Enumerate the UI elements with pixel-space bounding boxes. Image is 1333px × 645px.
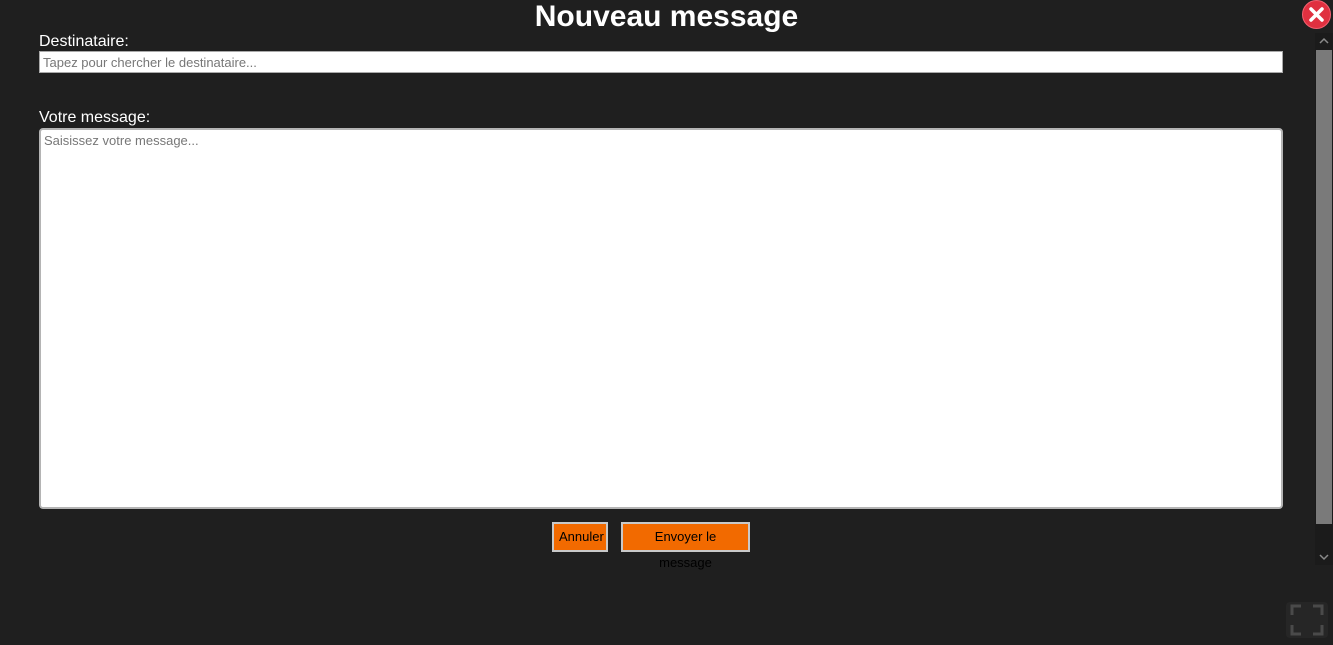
chevron-down-icon[interactable] [1315,549,1333,565]
scrollbar[interactable] [1315,33,1333,565]
fullscreen-button[interactable] [1286,602,1328,638]
message-textarea[interactable] [39,128,1283,509]
message-label: Votre message: [39,109,151,126]
close-icon [1309,7,1324,22]
recipient-label: Destinataire: [39,33,129,50]
fullscreen-icon [1290,604,1324,636]
scrollbar-thumb[interactable] [1316,50,1332,524]
cancel-button[interactable]: Annuler [552,522,608,552]
send-message-button[interactable]: Envoyer le message [621,522,750,570]
message-dialog: Nouveau message Destinataire: Votre mess… [0,0,1333,645]
dialog-title: Nouveau message [534,0,799,33]
recipient-input[interactable] [39,51,1283,73]
chevron-up-icon[interactable] [1315,33,1333,49]
close-button[interactable] [1302,0,1331,29]
